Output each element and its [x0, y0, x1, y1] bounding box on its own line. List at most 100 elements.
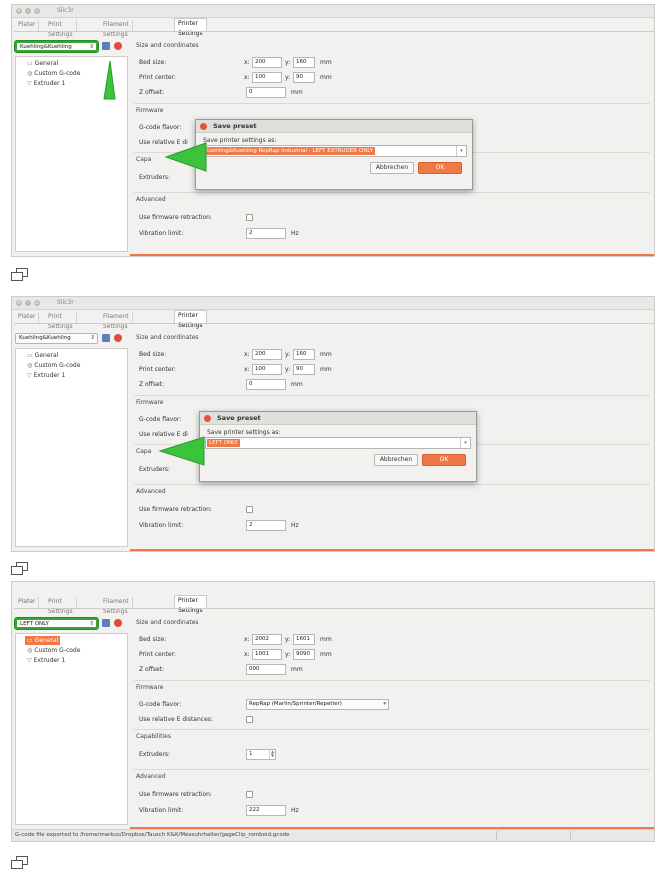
dialog-close-icon[interactable]	[200, 123, 207, 130]
tab-filament-settings[interactable]: Filament Settings	[100, 20, 133, 38]
section-firmware: Firmware	[136, 684, 164, 691]
settings-tree: ▭ General ◍ Custom G-code ▽ Extruder 1	[15, 633, 128, 825]
window-maximize-icon[interactable]: ▫	[34, 300, 40, 306]
bed-size-y-input[interactable]: 160	[293, 57, 315, 68]
section-size: Size and coordinates	[136, 619, 199, 626]
window-close-icon[interactable]: ×	[16, 300, 22, 306]
chevron-down-icon[interactable]: ▾	[456, 146, 466, 156]
label-bed-size: Bed size:	[139, 351, 167, 358]
section-advanced: Advanced	[136, 773, 166, 780]
label-x: x:	[244, 651, 250, 658]
preset-name-combo[interactable]: Kuehling&Kuehling RepRap Industrial - LE…	[201, 145, 467, 157]
tab-print-settings[interactable]: Print Settings	[45, 312, 77, 330]
preset-dropdown[interactable]: LEFT ONLY ⇕	[14, 617, 99, 630]
delete-preset-icon[interactable]	[114, 42, 122, 50]
label-x: x:	[244, 74, 250, 81]
window-minimize-icon[interactable]: –	[25, 300, 31, 306]
firmware-retraction-checkbox[interactable]	[246, 506, 253, 513]
tree-item-custom-gcode[interactable]: ◍ Custom G-code	[25, 69, 82, 78]
tree-item-general[interactable]: ▭ General	[25, 59, 60, 68]
preset-name-combo[interactable]: LEFT ONLY ▾	[205, 437, 471, 449]
tab-plater[interactable]: Plater	[15, 20, 40, 31]
save-preset-icon[interactable]	[102, 42, 110, 50]
gcode-flavor-dropdown[interactable]: RepRap (Marlin/Sprinter/Repetier) ▾	[246, 699, 389, 710]
save-preset-icon[interactable]	[102, 334, 110, 342]
cancel-button[interactable]: Abbrechen	[374, 454, 418, 466]
tree-item-extruder-1[interactable]: ▽ Extruder 1	[25, 371, 67, 380]
z-offset-input[interactable]: 000	[246, 664, 286, 675]
label-y: y:	[285, 651, 291, 658]
delete-preset-icon[interactable]	[114, 619, 122, 627]
cancel-button[interactable]: Abbrechen	[370, 162, 414, 174]
print-center-y-input[interactable]: 90	[293, 72, 315, 83]
firmware-retraction-checkbox[interactable]	[246, 214, 253, 221]
tab-plater[interactable]: Plater	[15, 312, 40, 323]
preset-dropdown[interactable]: Kuehling&Kuehling ⇕	[14, 40, 99, 53]
status-bar: G-code file exported to /home/markus/Dro…	[12, 829, 654, 841]
z-offset-input[interactable]: 0	[246, 379, 286, 390]
general-icon: ▭	[27, 637, 33, 644]
save-preset-icon[interactable]	[102, 619, 110, 627]
tree-item-extruder-1[interactable]: ▽ Extruder 1	[25, 656, 67, 665]
ok-button[interactable]: OK	[422, 454, 466, 466]
tree-item-general[interactable]: ▭ General	[25, 636, 61, 645]
label-y: y:	[285, 74, 291, 81]
vibration-limit-input[interactable]: 222	[246, 805, 286, 816]
tree-item-extruder-1[interactable]: ▽ Extruder 1	[25, 79, 67, 88]
label-extruders: Extruders:	[139, 466, 171, 473]
gcode-icon: ◍	[27, 647, 33, 654]
tree-item-custom-gcode[interactable]: ◍ Custom G-code	[25, 361, 82, 370]
section-advanced: Advanced	[136, 488, 166, 495]
print-center-x-input[interactable]: 1001	[252, 649, 282, 660]
tab-printer-settings[interactable]: Printer Settings	[174, 310, 207, 329]
tab-printer-settings[interactable]: Printer Settings	[174, 595, 207, 614]
window-maximize-icon[interactable]: ▫	[34, 8, 40, 14]
label-y: y:	[285, 636, 291, 643]
bed-size-y-input[interactable]: 160	[293, 349, 315, 360]
print-center-y-input[interactable]: 90	[293, 364, 315, 375]
stepper-arrows-icon[interactable]: ▲ ▼	[269, 750, 275, 759]
dialog-close-icon[interactable]	[204, 415, 211, 422]
accent-line	[130, 549, 654, 551]
label-x: x:	[244, 636, 250, 643]
window-minimize-icon[interactable]: –	[25, 8, 31, 14]
bed-size-x-input[interactable]: 2002	[252, 634, 282, 645]
extruders-stepper[interactable]: 1 ▲ ▼	[246, 749, 276, 760]
chevron-down-icon: ⇕	[90, 335, 95, 341]
bed-size-y-input[interactable]: 1601	[293, 634, 315, 645]
ok-button[interactable]: OK	[418, 162, 462, 174]
tab-filament-settings[interactable]: Filament Settings	[100, 312, 133, 330]
label-firmware-retraction: Use firmware retraction:	[139, 214, 212, 221]
bed-size-x-input[interactable]: 200	[252, 349, 282, 360]
z-offset-input[interactable]: 0	[246, 87, 286, 98]
tab-printer-settings[interactable]: Printer Settings	[174, 18, 207, 37]
label-vibration-limit: Vibration limit:	[139, 522, 184, 529]
delete-preset-icon[interactable]	[114, 334, 122, 342]
chevron-down-icon: ⇕	[89, 621, 94, 627]
preset-value: Kuehling&Kuehling	[20, 44, 72, 50]
tree-item-custom-gcode[interactable]: ◍ Custom G-code	[25, 646, 82, 655]
label-y: y:	[285, 366, 291, 373]
vibration-limit-input[interactable]: 2	[246, 520, 286, 531]
window-title: Slic3r	[57, 7, 74, 14]
print-center-x-input[interactable]: 100	[252, 72, 282, 83]
relative-e-checkbox[interactable]	[246, 716, 253, 723]
print-center-y-input[interactable]: 9090	[293, 649, 315, 660]
screenshot-save-preset-short-name: × – ▫ Slic3r Plater Print Settings Filam…	[11, 296, 655, 552]
divider	[134, 395, 650, 396]
unit-mm: mm	[320, 636, 332, 643]
label-firmware-retraction: Use firmware retraction:	[139, 791, 212, 798]
vibration-limit-input[interactable]: 2	[246, 228, 286, 239]
tab-filament-settings[interactable]: Filament Settings	[100, 597, 133, 615]
preset-dropdown[interactable]: Kuehling&Kuehling ⇕	[15, 333, 98, 344]
chevron-down-icon[interactable]: ▾	[460, 438, 470, 448]
label-gcode-flavor: G-code flavor:	[139, 124, 182, 131]
firmware-retraction-checkbox[interactable]	[246, 791, 253, 798]
window-close-icon[interactable]: ×	[16, 8, 22, 14]
print-center-x-input[interactable]: 100	[252, 364, 282, 375]
tab-print-settings[interactable]: Print Settings	[45, 20, 77, 38]
tab-print-settings[interactable]: Print Settings	[45, 597, 77, 615]
bed-size-x-input[interactable]: 200	[252, 57, 282, 68]
tree-item-general[interactable]: ▭ General	[25, 351, 60, 360]
tab-plater[interactable]: Plater	[15, 597, 40, 608]
